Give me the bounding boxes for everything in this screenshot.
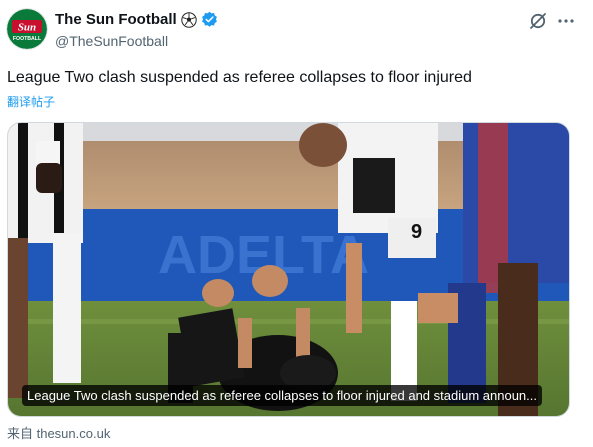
more-options-button[interactable] xyxy=(556,11,576,31)
grok-button[interactable] xyxy=(528,11,548,31)
tweet-text: League Two clash suspended as referee co… xyxy=(7,69,472,86)
display-name[interactable]: The Sun Football xyxy=(55,11,177,28)
account-handle[interactable]: @TheSunFootball xyxy=(55,33,168,49)
link-card[interactable]: ADELTA 9 League Two clash suspended as r… xyxy=(7,122,570,417)
soccer-ball-icon xyxy=(180,11,197,28)
more-dots-icon xyxy=(558,19,574,23)
avatar[interactable]: Sun FOOTBALL xyxy=(7,9,47,49)
card-source[interactable]: 来自 thesun.co.uk xyxy=(7,423,110,442)
sun-football-logo-icon: Sun FOOTBALL xyxy=(7,9,47,49)
svg-text:9: 9 xyxy=(411,221,422,243)
card-photo: ADELTA 9 xyxy=(8,123,569,416)
translate-post-link[interactable]: 翻译帖子 xyxy=(7,93,55,110)
account-name-row: The Sun Football xyxy=(55,11,218,28)
verified-badge-icon xyxy=(201,11,217,27)
card-caption: League Two clash suspended as referee co… xyxy=(22,385,542,406)
avatar-subtitle: FOOTBALL xyxy=(13,36,42,42)
grok-icon xyxy=(530,13,546,29)
avatar-wordmark: Sun xyxy=(18,22,36,34)
